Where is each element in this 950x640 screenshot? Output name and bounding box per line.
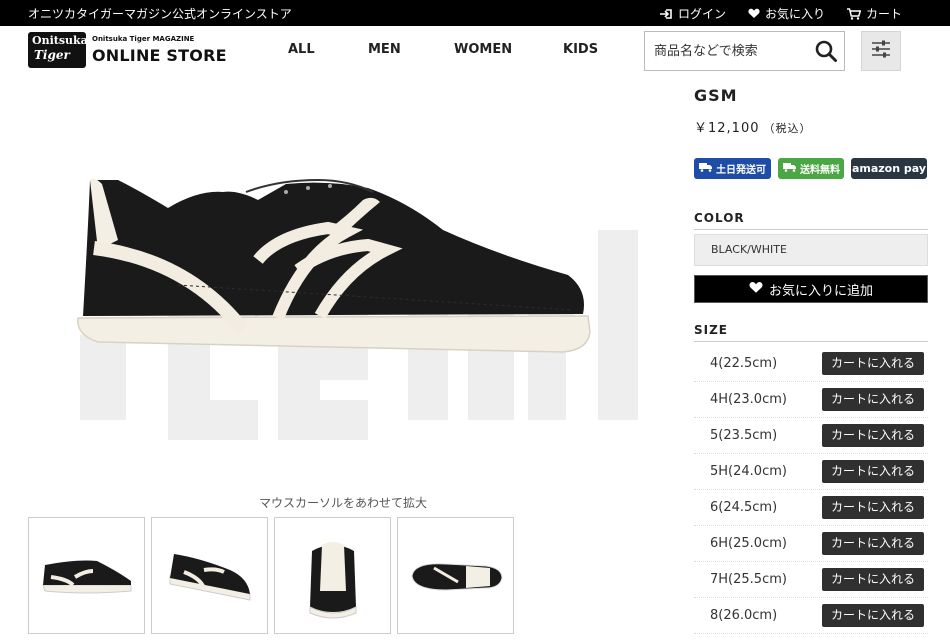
truck-icon — [699, 162, 713, 175]
add-to-cart-button[interactable]: カートに入れる — [822, 424, 924, 447]
add-to-favorites-button[interactable]: お気に入りに追加 — [694, 275, 928, 303]
store-name: オニツカタイガーマガジン公式オンラインストア — [28, 7, 292, 21]
add-to-favorites-label: お気に入りに追加 — [768, 283, 873, 299]
add-to-cart-button[interactable]: カートに入れる — [822, 604, 924, 627]
thumbnail-list — [28, 517, 514, 634]
product-price: ￥12,100 （税込） — [694, 117, 928, 136]
logo-title: ONLINE STORE — [92, 46, 227, 65]
add-to-cart-button[interactable]: カートに入れる — [822, 496, 924, 519]
login-icon — [659, 8, 673, 20]
size-row: 8(26.0cm) カートに入れる — [694, 598, 928, 634]
size-list: 4(22.5cm) カートに入れる 4H(23.0cm) カートに入れる 5(23.… — [694, 346, 928, 634]
account-links: ログイン お気に入り カート — [659, 5, 902, 22]
zoom-hint: マウスカーソルをあわせて拡大 — [258, 496, 427, 510]
add-to-cart-button[interactable]: カートに入れる — [822, 460, 924, 483]
size-row: 6(24.5cm) カートに入れる — [694, 490, 928, 526]
heart-icon — [748, 8, 760, 19]
cart-link[interactable]: カート — [846, 5, 902, 22]
login-link[interactable]: ログイン — [659, 5, 726, 22]
color-option[interactable]: BLACK/WHITE — [694, 234, 928, 266]
cart-icon — [846, 7, 861, 20]
sliders-icon — [871, 40, 891, 62]
thumbnail-side[interactable] — [28, 517, 145, 634]
heart-icon — [749, 281, 763, 298]
service-badges: 土日発送可 送料無料 amazon pay — [694, 158, 928, 179]
favorites-label: お気に入り — [764, 7, 825, 21]
add-to-cart-button[interactable]: カートに入れる — [822, 568, 924, 591]
thumbnail-top[interactable] — [397, 517, 514, 634]
product-main-image[interactable] — [28, 80, 658, 480]
nav-men[interactable]: MEN — [350, 42, 436, 57]
login-label: ログイン — [677, 7, 726, 21]
nav-women[interactable]: WOMEN — [436, 42, 543, 57]
size-label: 5H(24.0cm) — [710, 464, 787, 479]
product-title: GSM — [694, 86, 738, 105]
shoe-illustration — [77, 178, 591, 353]
store-logo[interactable]: Onitsuka Tiger Onitsuka Tiger MAGAZINE O… — [28, 32, 233, 72]
main-nav: ALL MEN WOMEN KIDS — [268, 42, 603, 57]
product-info: GSM ￥12,100 （税込） 土日発送可 送料無料 amazon pay — [694, 86, 928, 179]
top-bar: オニツカタイガーマガジン公式オンラインストア ログイン お気に入り カート — [0, 0, 950, 26]
size-row: 6H(25.0cm) カートに入れる — [694, 526, 928, 562]
color-heading: COLOR — [694, 211, 928, 230]
search-input[interactable] — [645, 32, 809, 70]
size-label: 4H(23.0cm) — [710, 392, 787, 407]
logo-badge: Onitsuka Tiger — [28, 32, 88, 68]
free-shipping-badge: 送料無料 — [778, 158, 844, 179]
favorites-link[interactable]: お気に入り — [748, 5, 825, 22]
price-tax: （税込） — [763, 122, 812, 135]
amazon-pay-badge: amazon pay — [851, 158, 927, 179]
logo-subtitle: Onitsuka Tiger MAGAZINE — [92, 35, 195, 43]
size-row: 4(22.5cm) カートに入れる — [694, 346, 928, 382]
size-label: 7H(25.5cm) — [710, 572, 787, 587]
nav-all[interactable]: ALL — [268, 42, 350, 57]
filter-button[interactable] — [861, 31, 901, 71]
add-to-cart-button[interactable]: カートに入れる — [822, 352, 924, 375]
size-label: 6(24.5cm) — [710, 500, 778, 515]
size-row: 4H(23.0cm) カートに入れる — [694, 382, 928, 418]
size-label: 4(22.5cm) — [710, 356, 778, 371]
site-header: Onitsuka Tiger Onitsuka Tiger MAGAZINE O… — [0, 26, 950, 78]
size-label: 5(23.5cm) — [710, 428, 778, 443]
size-row: 5(23.5cm) カートに入れる — [694, 418, 928, 454]
thumbnail-angle[interactable] — [151, 517, 268, 634]
cart-label: カート — [865, 7, 902, 21]
size-heading: SIZE — [694, 323, 928, 342]
size-label: 6H(25.0cm) — [710, 536, 787, 551]
size-row: 7H(25.5cm) カートに入れる — [694, 562, 928, 598]
search-icon[interactable] — [814, 39, 838, 63]
truck-icon — [783, 162, 797, 175]
size-row: 5H(24.0cm) カートに入れる — [694, 454, 928, 490]
price-value: ￥12,100 — [694, 121, 760, 136]
nav-kids[interactable]: KIDS — [543, 42, 603, 57]
search-box — [644, 31, 845, 71]
add-to-cart-button[interactable]: カートに入れる — [822, 388, 924, 411]
add-to-cart-button[interactable]: カートに入れる — [822, 532, 924, 555]
weekend-shipping-badge: 土日発送可 — [694, 158, 771, 179]
size-label: 8(26.0cm) — [710, 608, 778, 623]
thumbnail-back[interactable] — [274, 517, 391, 634]
